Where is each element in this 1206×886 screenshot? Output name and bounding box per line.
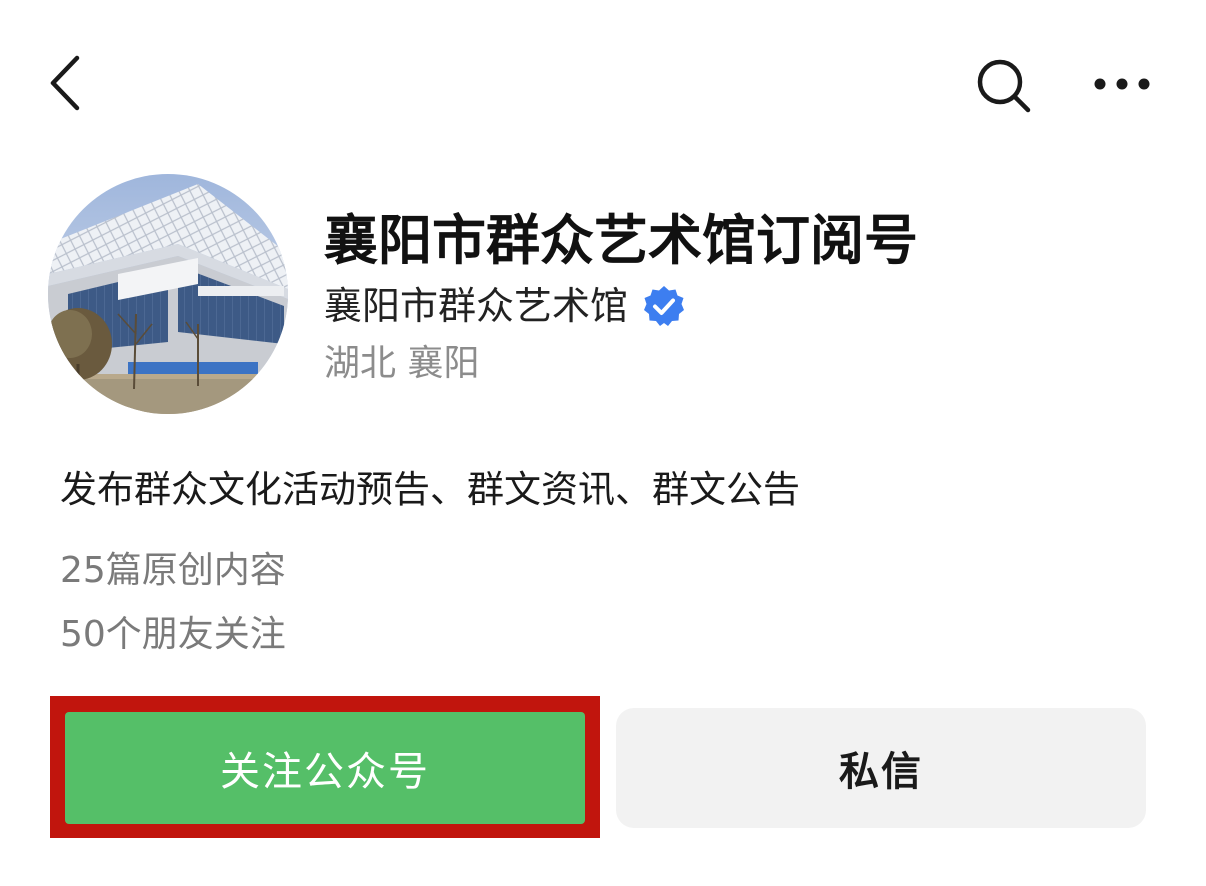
search-icon[interactable] bbox=[972, 54, 1036, 118]
message-button[interactable]: 私信 bbox=[616, 708, 1146, 828]
account-title: 襄阳市群众艺术馆订阅号 bbox=[324, 209, 918, 272]
location: 湖北 襄阳 bbox=[324, 343, 480, 384]
friends-following-count[interactable]: 50个朋友关注 bbox=[60, 608, 286, 662]
original-content-count[interactable]: 25篇原创内容 bbox=[60, 544, 286, 598]
org-row[interactable]: 襄阳市群众艺术馆 bbox=[324, 278, 686, 334]
org-name: 襄阳市群众艺术馆 bbox=[324, 284, 629, 328]
follow-button[interactable]: 关注公众号 bbox=[65, 712, 585, 824]
avatar bbox=[48, 174, 288, 414]
account-description: 发布群众文化活动预告、群文资讯、群文公告 bbox=[60, 468, 800, 511]
verified-badge-icon bbox=[644, 286, 685, 326]
back-icon[interactable] bbox=[45, 52, 89, 114]
more-icon[interactable] bbox=[1088, 66, 1156, 102]
